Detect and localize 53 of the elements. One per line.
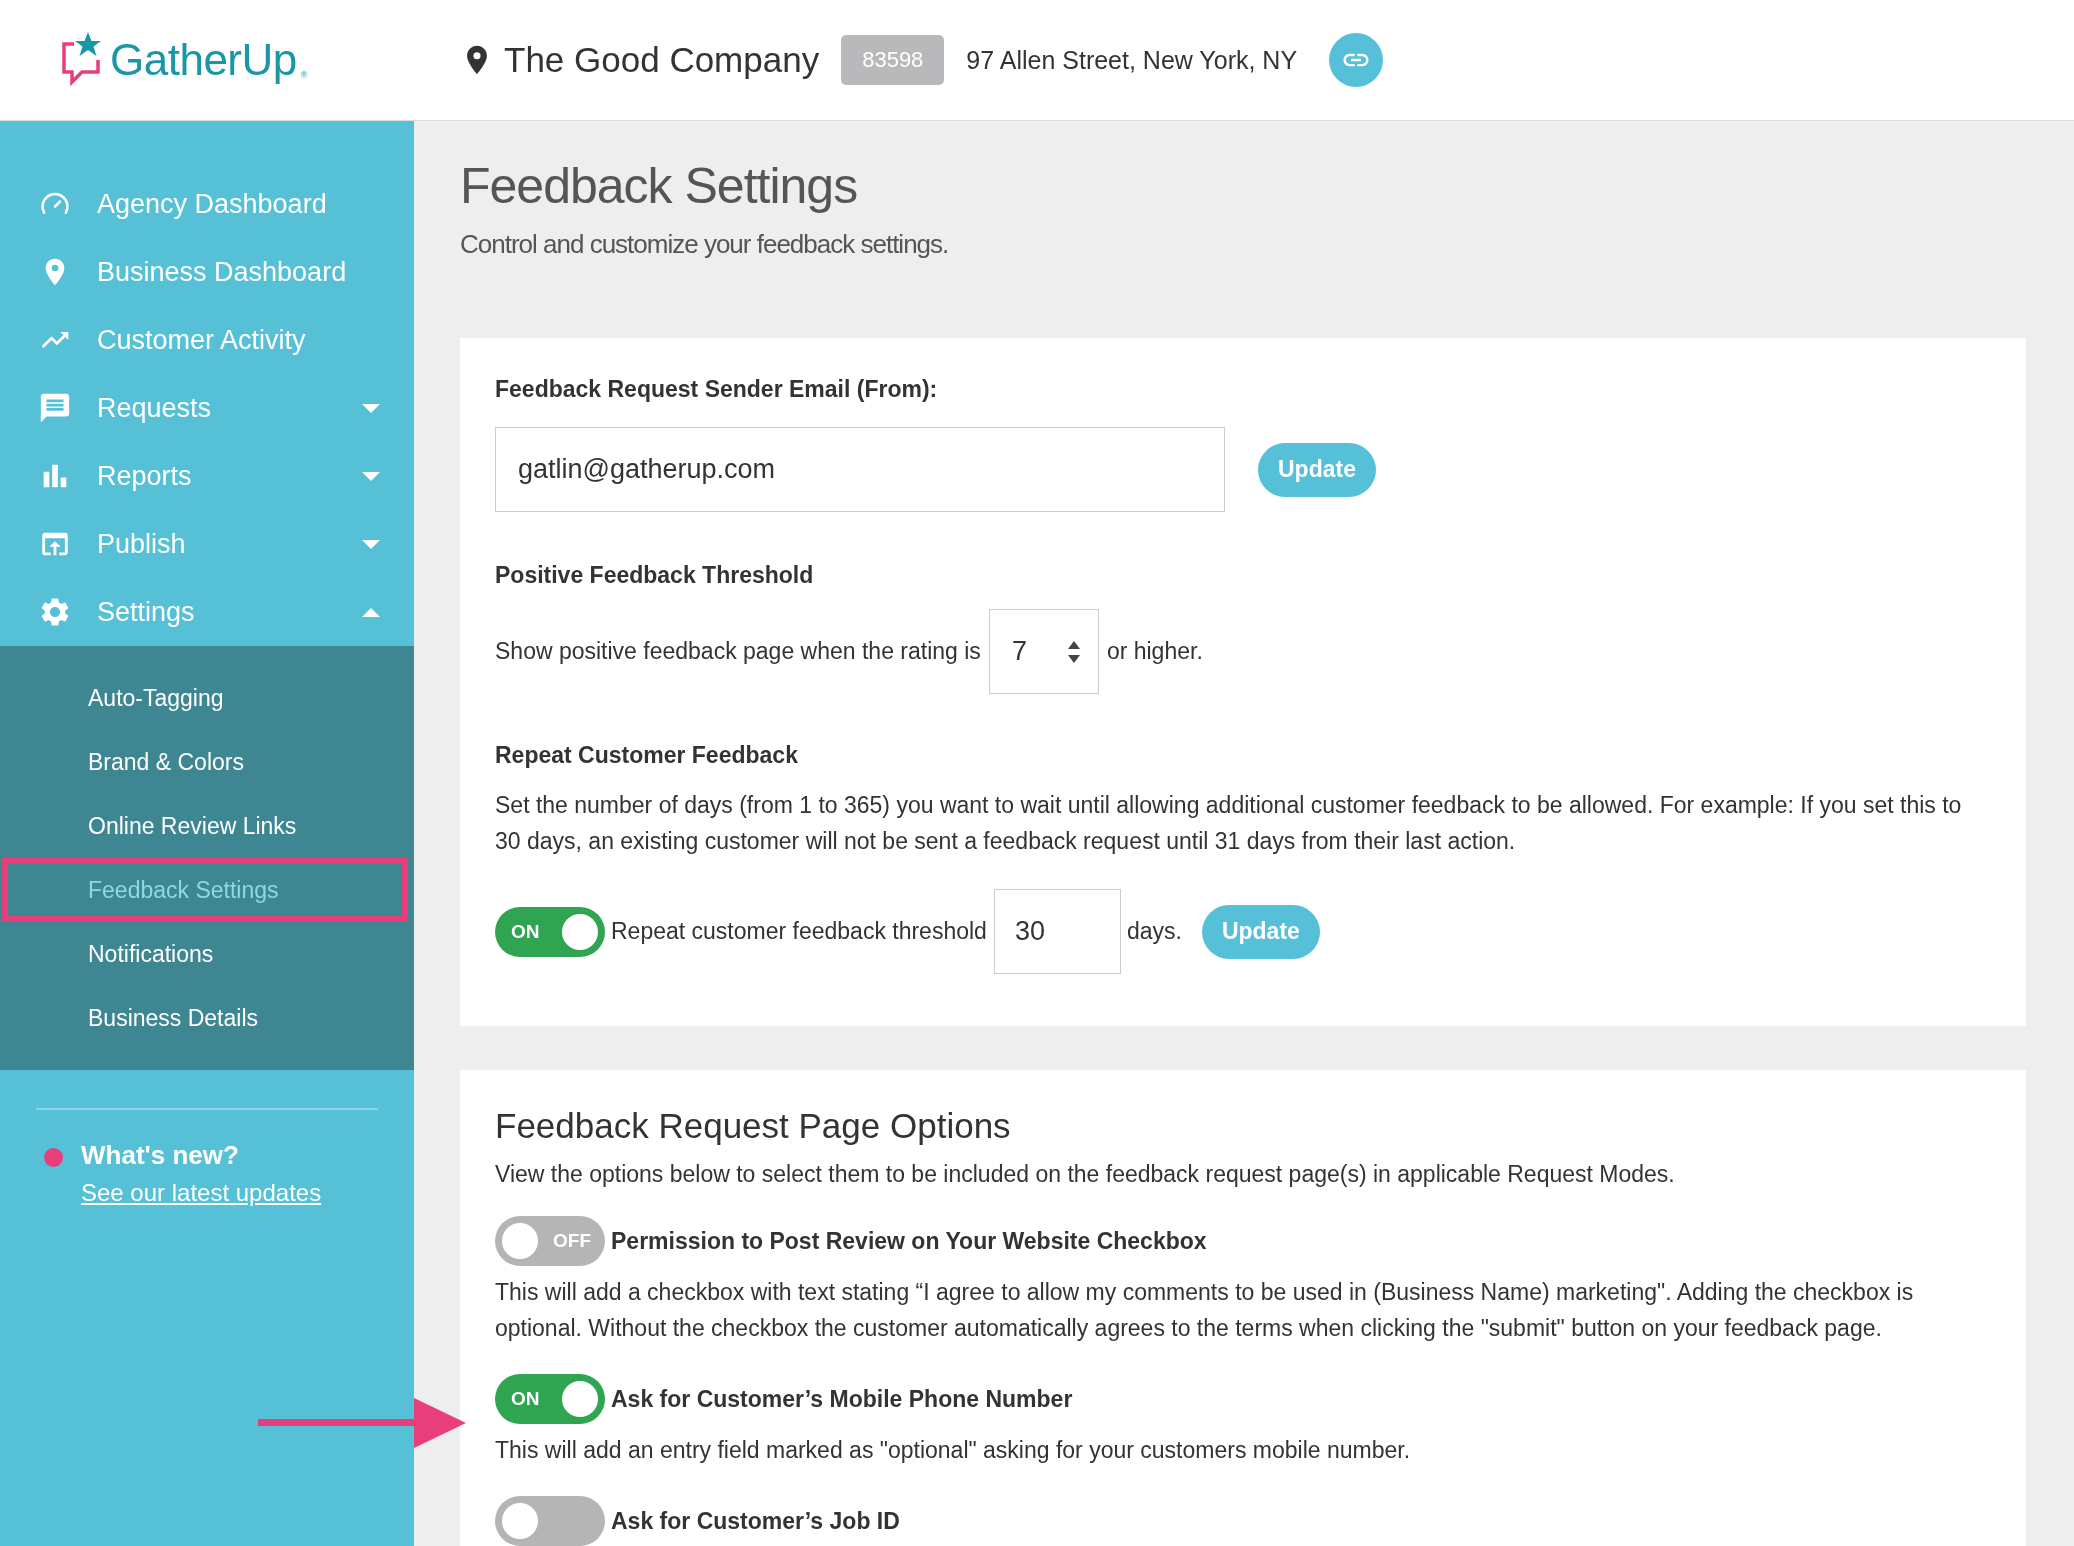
caret-down-icon (362, 471, 380, 481)
toggle-switch[interactable]: OFF (495, 1216, 605, 1266)
nav-item[interactable]: Business Dashboard (0, 238, 414, 306)
nav-item[interactable]: Publish (0, 510, 414, 578)
toggle-switch[interactable]: ON (495, 906, 605, 957)
submenu-item[interactable]: Online Review Links (0, 794, 414, 858)
option-description: This will add an entry field marked as "optional" asking for your customers mobile number. (495, 1436, 1412, 1465)
brand-name: GatherUp (110, 35, 297, 85)
toggle-label: Repeat customer feedback threshold (611, 918, 987, 945)
whats-new-title: What's new? (81, 1140, 240, 1171)
option-description: This will add a checkbox with text stating “I agree to allow my comments to be used in (Business Name) marketing". Adding the checkbox is optional. Without the checkbox the customer automatically agrees to the terms when clicking the "submit" button on your feedback page. (495, 1278, 1915, 1343)
threshold-suffix: or higher. (1106, 638, 1203, 665)
submenu-item[interactable]: Auto-Tagging (0, 666, 414, 730)
threshold-text: Show positive feedback page when the rating is (495, 638, 981, 665)
link-button[interactable] (1329, 33, 1384, 87)
card-title: Feedback Request Page Options (495, 1106, 1012, 1146)
nav-item[interactable]: Agency Dashboard (0, 170, 414, 238)
update-button[interactable]: Update (1201, 904, 1320, 959)
update-button[interactable]: Update (1258, 442, 1376, 497)
nav-item[interactable]: Reports (0, 442, 414, 510)
option-title: Ask for Customer’s Job ID (611, 1507, 900, 1535)
option-title: Ask for Customer’s Mobile Phone Number (611, 1385, 1073, 1413)
caret-down-icon (362, 539, 380, 549)
section-heading: Repeat Customer Feedback (495, 742, 799, 769)
page-title: Feedback Settings (460, 157, 859, 215)
submenu-item[interactable]: Notifications (0, 922, 414, 986)
section-heading: Positive Feedback Threshold (495, 562, 815, 589)
nav-item[interactable]: Settings (0, 578, 414, 646)
page-subtitle: Control and customize your feedback settings. (460, 229, 950, 260)
trademark: ® (300, 70, 308, 80)
location-name: The Good Company (504, 40, 820, 80)
email-field[interactable]: gatlin@gatherup.com (495, 427, 1225, 512)
notification-dot (44, 1148, 63, 1167)
days-field[interactable]: 30 (993, 889, 1121, 974)
nav-item[interactable]: Customer Activity (0, 306, 414, 374)
toggle-switch[interactable]: ON (495, 1374, 605, 1424)
location-id: 83598 (841, 35, 945, 85)
submenu-item[interactable]: Feedback Settings (2, 858, 408, 922)
nav-item[interactable]: Requests (0, 374, 414, 442)
spinner-icon (1067, 640, 1080, 663)
updates-link[interactable]: See our latest updates (81, 1179, 322, 1207)
field-label: Feedback Request Sender Email (From): (495, 376, 939, 403)
caret-up-icon (362, 607, 380, 617)
days-unit: days. (1126, 918, 1182, 945)
submenu-item[interactable]: Business Details (0, 986, 414, 1050)
address: 97 Allen Street, New York, NY (966, 45, 1298, 75)
caret-down-icon (362, 403, 380, 413)
toggle-switch[interactable] (495, 1496, 605, 1546)
rating-select[interactable]: 7 (988, 609, 1099, 694)
section-description: Set the number of days (from 1 to 365) you want to wait until allowing additional customer feedback to be allowed. For example: If you set this to 30 days, an existing customer will not be sent a feedback request until 31 days from their last action. (495, 791, 1963, 856)
card-description: View the options below to select them to be included on the feedback request page(s) in applicable Request Modes. (495, 1160, 1676, 1189)
submenu-item[interactable]: Brand & Colors (0, 730, 414, 794)
option-title: Permission to Post Review on Your Website Checkbox (611, 1227, 1207, 1255)
